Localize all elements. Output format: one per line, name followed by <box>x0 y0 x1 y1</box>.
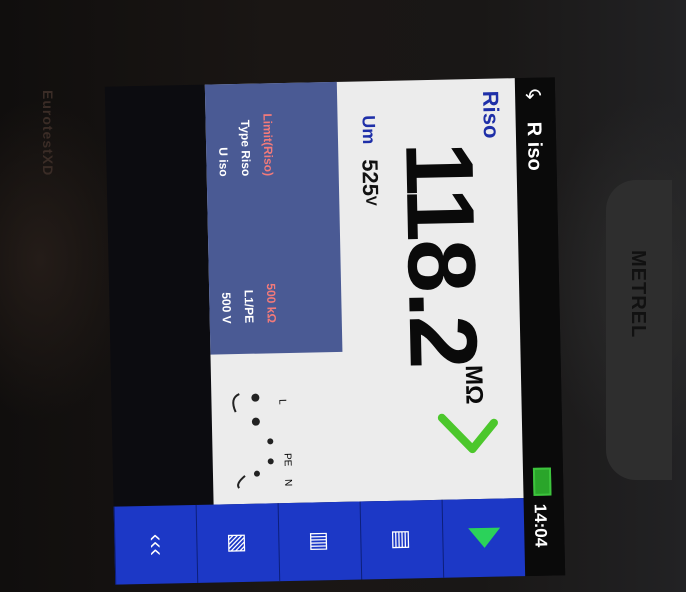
back-arrow-icon[interactable]: ↶ <box>525 84 542 109</box>
start-button[interactable] <box>441 498 526 578</box>
back-chevrons-button[interactable]: ‹‹‹ <box>113 504 198 585</box>
parameter-labels: U iso Type Riso Limit(Riso) <box>215 113 307 235</box>
um-value: 525V <box>356 159 383 206</box>
param-value-type[interactable]: L1/PE <box>242 290 257 324</box>
param-label-uiso: U iso <box>216 147 231 178</box>
um-unit: V <box>362 195 380 207</box>
param-value-uiso[interactable]: 500 V <box>219 292 234 324</box>
screen-title: R iso <box>522 121 546 171</box>
pass-check-icon <box>437 413 498 454</box>
memory-card-icon: ▤ <box>389 528 416 551</box>
param-label-limit: Limit(Riso) <box>260 113 276 177</box>
notes-icon: ▧ <box>225 532 252 554</box>
result-panel: U iso Type Riso Limit(Riso) 500 V L1/PE … <box>204 78 524 505</box>
terminal-pe-label: PE <box>282 453 293 467</box>
function-key-bar: ▤ ▥ ▧ ‹‹‹ <box>113 498 526 585</box>
param-label-type: Type Riso <box>238 119 254 177</box>
memory-button[interactable]: ▤ <box>359 499 444 580</box>
device-screen: ↶ R iso 14:04 U iso Type Riso Limit(Riso… <box>104 77 566 585</box>
battery-icon <box>532 467 552 496</box>
terminal-n-label: N <box>282 479 293 486</box>
riso-unit: MΩ <box>459 364 488 405</box>
terminal-l-label: L <box>276 399 287 405</box>
notes-button[interactable]: ▧ <box>195 503 280 583</box>
device-model-text: EurotestXD <box>40 90 56 177</box>
results-icon: ▥ <box>307 530 334 553</box>
um-number: 525 <box>357 158 384 197</box>
start-arrow-icon <box>467 527 501 549</box>
back-chevrons-icon: ‹‹‹ <box>143 533 170 557</box>
um-label: Um <box>358 115 380 145</box>
clock-time: 14:04 <box>530 503 551 548</box>
parameters-panel: U iso Type Riso Limit(Riso) 500 V L1/PE … <box>204 81 343 355</box>
riso-value: 118.2 <box>385 140 497 368</box>
terminal-connection-diagram: L PE N <box>232 393 293 489</box>
parameter-values: 500 V L1/PE 500 kΩ <box>219 283 310 355</box>
results-button[interactable]: ▥ <box>277 501 362 582</box>
param-value-limit[interactable]: 500 kΩ <box>264 283 279 323</box>
brand-logo: METREL <box>627 250 649 339</box>
riso-label: Riso <box>478 90 504 139</box>
